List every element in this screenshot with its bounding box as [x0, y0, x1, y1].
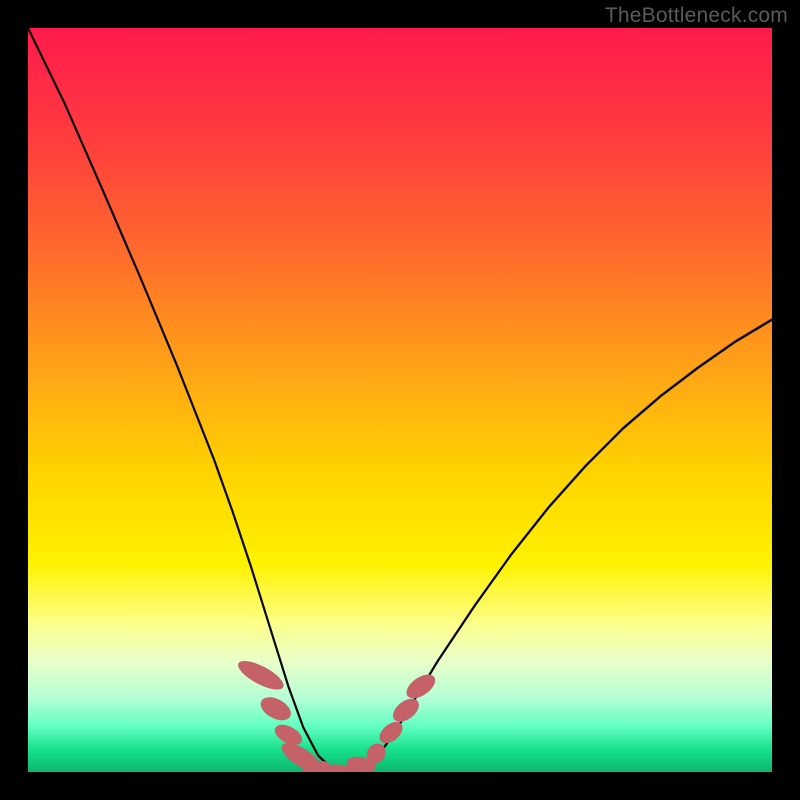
bottleneck-curve [28, 28, 772, 772]
curve-marker [257, 693, 295, 725]
curve-layer [28, 28, 772, 772]
marker-layer [234, 656, 439, 772]
chart-svg [28, 28, 772, 772]
curve-rim-top [28, 28, 772, 771]
plot-area [28, 28, 772, 772]
attribution-label: TheBottleneck.com [605, 4, 788, 28]
curve-marker [389, 694, 423, 726]
viewport-frame: TheBottleneck.com [0, 0, 800, 800]
curve-rim-bottom [28, 29, 772, 772]
curve-marker [402, 670, 439, 703]
